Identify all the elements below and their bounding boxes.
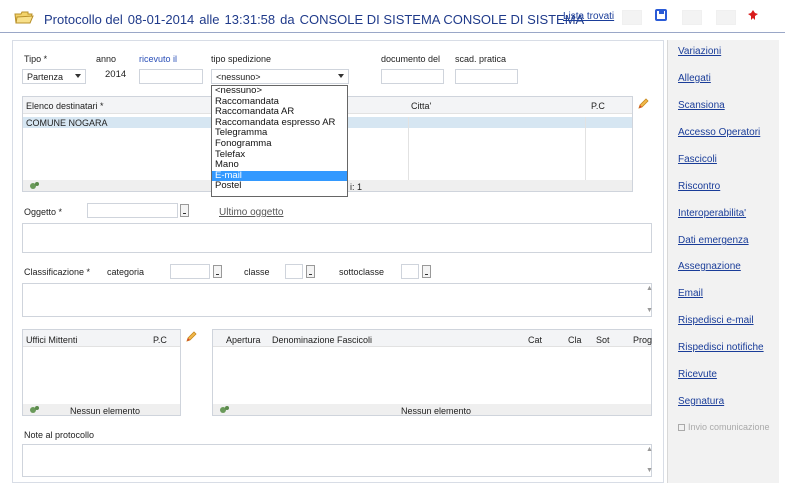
add-icon[interactable]	[218, 405, 230, 414]
sidebar-item-assegnazione[interactable]: Assegnazione	[678, 261, 741, 272]
ultimo-oggetto-link[interactable]: Ultimo oggetto	[219, 207, 283, 218]
sidebar-item-scansiona[interactable]: Scansiona	[678, 100, 725, 111]
tipo-spedizione-select[interactable]: <nessuno>	[211, 69, 349, 84]
oggetto-lookup-button[interactable]	[180, 204, 189, 217]
categoria-label: categoria	[107, 267, 145, 277]
ricevuto-il-input[interactable]	[139, 69, 203, 84]
documento-del-input[interactable]	[381, 69, 444, 84]
dropdown-option[interactable]: <nessuno>	[212, 85, 347, 97]
pencil-icon[interactable]	[185, 331, 197, 343]
uffici-empty-text: Nessun elemento	[70, 406, 141, 416]
tipo-spedizione-dropdown: <nessuno> Raccomandata Raccomandata AR R…	[211, 85, 348, 197]
denominazione-col-header: Denominazione Fascicoli	[272, 335, 373, 345]
classificazione-textarea[interactable]	[22, 283, 652, 317]
add-icon[interactable]	[28, 181, 40, 190]
uffici-pc-col-header: P.C	[153, 335, 167, 345]
sidebar-item-interoperabilita[interactable]: Interoperabilita'	[678, 208, 746, 219]
sidebar-item-email[interactable]: Email	[678, 288, 703, 299]
fascicoli-empty-text: Nessun elemento	[401, 406, 472, 416]
sidebar-item-fascicoli[interactable]: Fascicoli	[678, 154, 717, 165]
anno-value: 2014	[105, 69, 127, 80]
destinatario-cell: COMUNE NOGARA	[26, 118, 108, 128]
scroll-up-icon[interactable]: ▲	[646, 446, 653, 453]
sidebar-item-rispedisci-email[interactable]: Rispedisci e-mail	[678, 315, 754, 326]
sottoclasse-label: sottoclasse	[339, 267, 385, 277]
dropdown-option[interactable]: Fonogramma	[212, 138, 347, 150]
classe-label: classe	[244, 267, 270, 277]
prog-col-header: Prog	[633, 335, 653, 345]
sidebar-item-ricevute[interactable]: Ricevute	[678, 369, 717, 380]
oggetto-code-input[interactable]	[87, 203, 178, 218]
apertura-col-header: Apertura	[226, 335, 261, 345]
citta-col-header: Citta'	[411, 101, 432, 111]
uffici-col-header: Uffici Mittenti	[26, 335, 78, 345]
grid-divider	[585, 117, 586, 180]
tipo-spedizione-label: tipo spedizione	[211, 54, 272, 64]
dropdown-option[interactable]: Postel	[212, 181, 347, 192]
sidebar-item-accesso-operatori[interactable]: Accesso Operatori	[678, 127, 760, 138]
sidebar-item-riscontro[interactable]: Riscontro	[678, 181, 720, 192]
sottoclasse-lookup-button[interactable]	[422, 265, 431, 278]
scroll-down-icon[interactable]: ▼	[646, 467, 653, 474]
cat-col-header: Cat	[528, 335, 543, 345]
lista-trovati-link[interactable]: Lista trovati	[563, 11, 614, 22]
sidebar-item-dati-emergenza[interactable]: Dati emergenza	[678, 235, 749, 246]
pc-col-header: P.C	[591, 101, 605, 111]
page-title: Protocollo del 08-01-2014 alle 13:31:58 da CO…	[44, 12, 585, 27]
note-label: Note al protocollo	[24, 430, 95, 440]
classificazione-label: Classificazione *	[24, 267, 91, 277]
sidebar: Variazioni Allegati Scansiona Accesso Op…	[667, 40, 779, 483]
sidebar-item-variazioni[interactable]: Variazioni	[678, 46, 721, 57]
classe-input[interactable]	[285, 264, 303, 279]
checkbox-icon[interactable]	[678, 424, 685, 431]
folder-icon	[14, 11, 34, 24]
sot-col-header: Sot	[596, 335, 610, 345]
oggetto-label: Oggetto *	[24, 207, 63, 217]
scroll-up-icon[interactable]: ▲	[646, 285, 653, 292]
pencil-icon[interactable]	[637, 98, 649, 110]
destinatari-col-header: Elenco destinatari *	[26, 101, 104, 111]
close-red-icon[interactable]	[748, 10, 758, 20]
add-icon[interactable]	[28, 405, 40, 414]
tipo-label: Tipo *	[24, 54, 48, 64]
sottoclasse-input[interactable]	[401, 264, 419, 279]
classe-lookup-button[interactable]	[306, 265, 315, 278]
documento-del-label: documento del	[381, 54, 441, 64]
scad-pratica-label: scad. pratica	[455, 54, 507, 64]
chevron-down-icon	[75, 74, 81, 78]
oggetto-textarea[interactable]	[22, 223, 652, 253]
anno-label: anno	[96, 54, 117, 64]
toolbar-button-1[interactable]	[622, 10, 642, 25]
tipo-select[interactable]: Partenza	[22, 69, 86, 84]
header-divider	[0, 32, 785, 33]
sidebar-item-rispedisci-notifiche[interactable]: Rispedisci notifiche	[678, 342, 764, 353]
sidebar-item-segnatura[interactable]: Segnatura	[678, 396, 724, 407]
categoria-input[interactable]	[170, 264, 210, 279]
save-icon[interactable]	[655, 9, 667, 21]
toolbar-button-2[interactable]	[682, 10, 702, 25]
invio-comunicazione-checkbox[interactable]: Invio comunicazione	[678, 422, 770, 432]
scroll-down-icon[interactable]: ▼	[646, 307, 653, 314]
destinatari-count: i: 1	[350, 182, 363, 192]
toolbar-button-3[interactable]	[716, 10, 736, 25]
sidebar-item-allegati[interactable]: Allegati	[678, 73, 711, 84]
note-textarea[interactable]	[22, 444, 652, 477]
ricevuto-il-label: ricevuto il	[139, 54, 178, 64]
scad-pratica-input[interactable]	[455, 69, 518, 84]
cla-col-header: Cla	[568, 335, 582, 345]
chevron-down-icon	[338, 74, 344, 78]
categoria-lookup-button[interactable]	[213, 265, 222, 278]
grid-divider	[408, 117, 409, 180]
